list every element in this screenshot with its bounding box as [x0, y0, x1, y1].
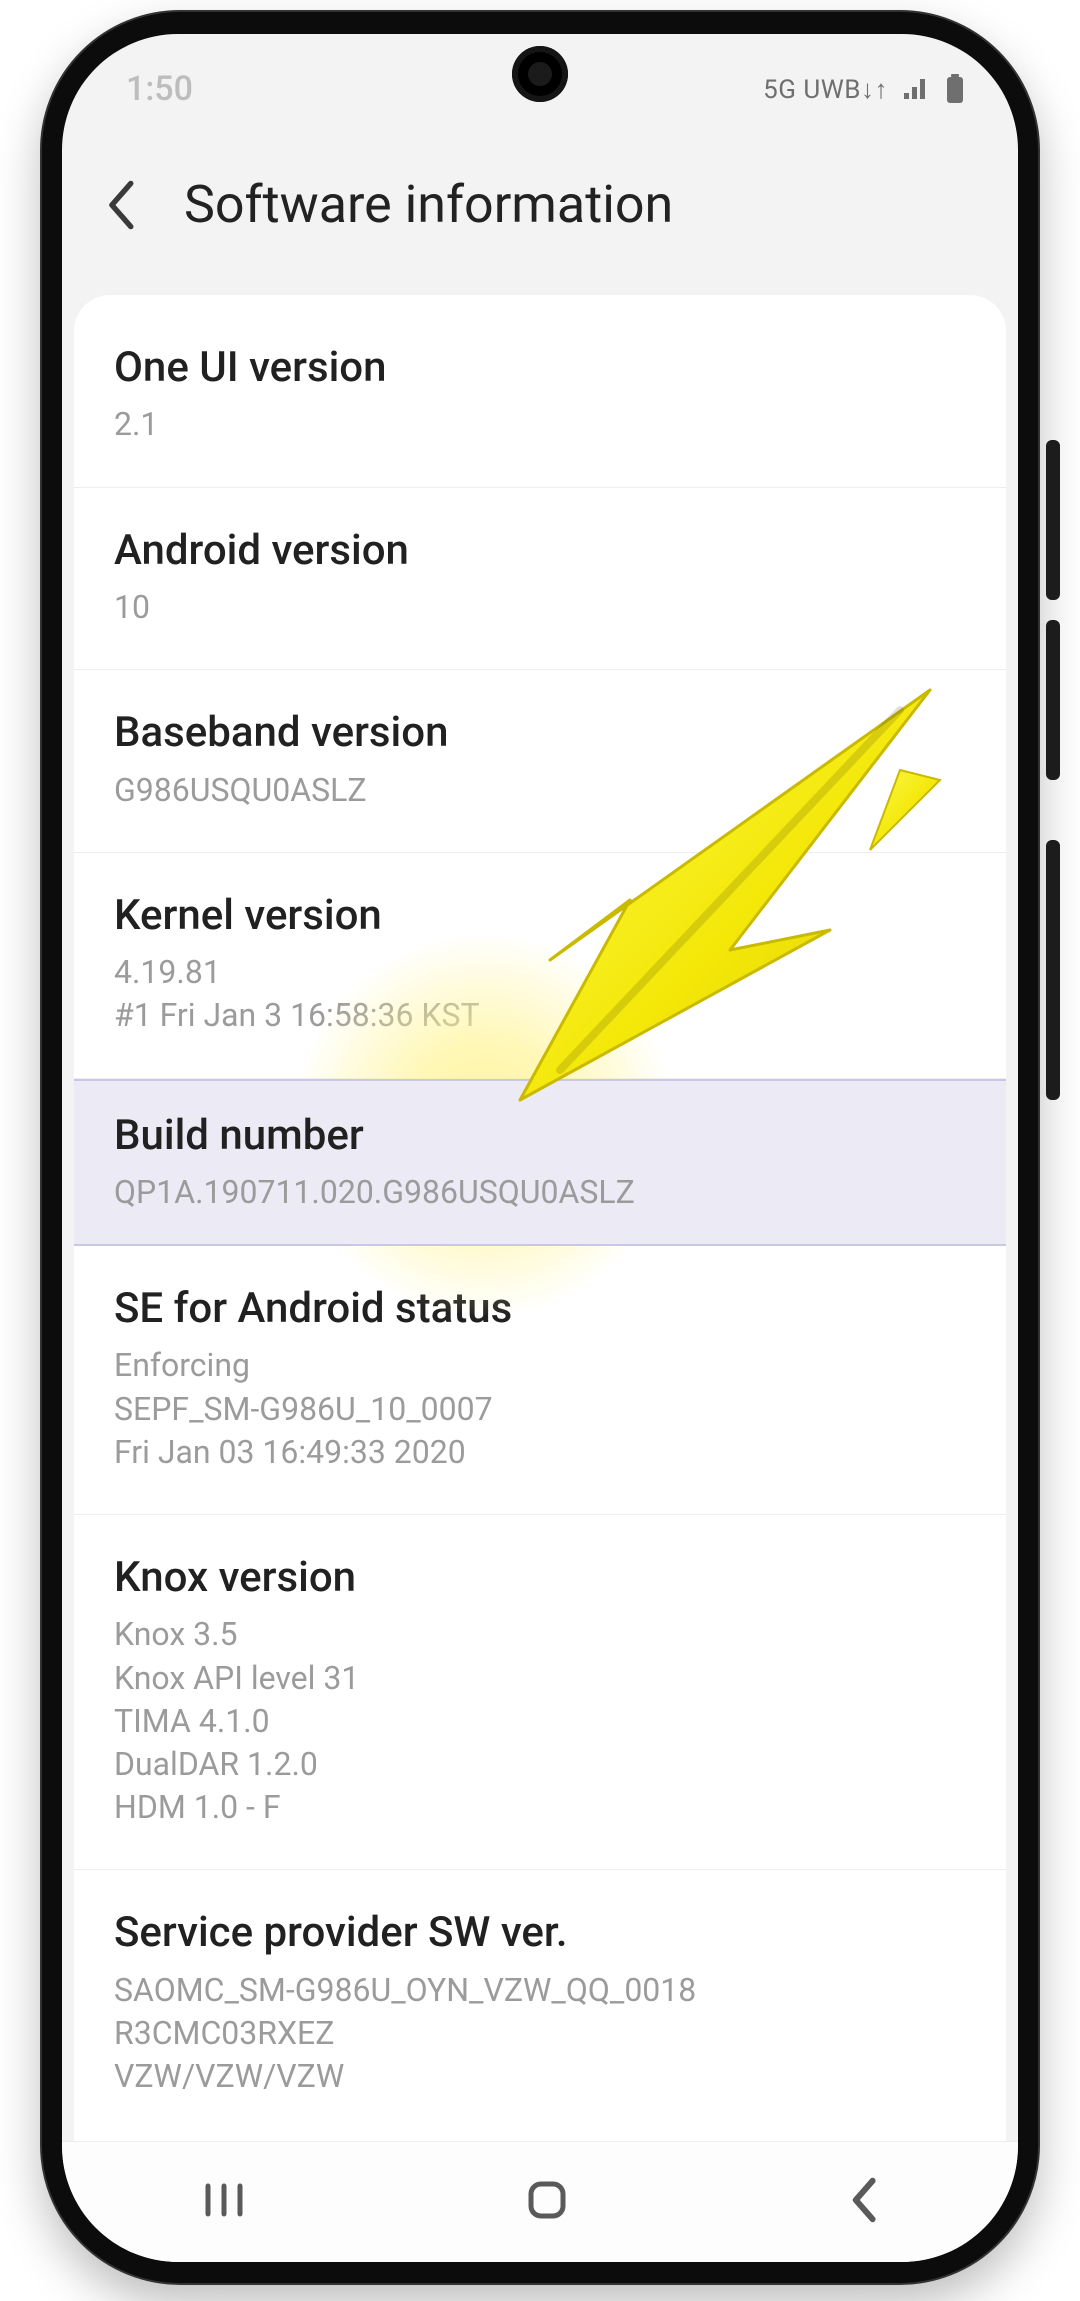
row-title: Knox version	[114, 1553, 966, 1603]
row-value: Knox 3.5 Knox API level 31 TIMA 4.1.0 Du…	[114, 1613, 966, 1829]
home-icon	[523, 2176, 571, 2224]
row-title: SE for Android status	[114, 1284, 966, 1334]
back-button[interactable]	[90, 175, 150, 235]
chevron-left-icon	[103, 178, 137, 232]
row-title: Kernel version	[114, 891, 966, 941]
app-bar: Software information	[62, 144, 1018, 295]
battery-icon	[946, 74, 964, 104]
page-title: Software information	[184, 174, 673, 235]
service-provider-sw-ver-row[interactable]: Service provider SW ver. SAOMC_SM-G986U_…	[74, 1870, 1006, 2138]
row-value: QP1A.190711.020.G986USQU0ASLZ	[114, 1171, 966, 1214]
recents-icon	[200, 2180, 248, 2220]
row-title: Android version	[114, 526, 966, 576]
signal-icon	[902, 77, 932, 101]
row-title: One UI version	[114, 343, 966, 393]
row-value: 2.1	[114, 403, 966, 446]
status-right: 5G UWB↓↑	[763, 74, 974, 105]
row-value: G986USQU0ASLZ	[114, 769, 966, 812]
kernel-version-row[interactable]: Kernel version 4.19.81 #1 Fri Jan 3 16:5…	[74, 853, 1006, 1079]
screen: 1:50 5G UWB↓↑ Software information	[62, 34, 1018, 2262]
row-title: Build number	[114, 1111, 966, 1161]
row-value: Enforcing SEPF_SM-G986U_10_0007 Fri Jan …	[114, 1344, 966, 1474]
knox-version-row[interactable]: Knox version Knox 3.5 Knox API level 31 …	[74, 1515, 1006, 1870]
android-version-row[interactable]: Android version 10	[74, 488, 1006, 671]
settings-card: One UI version 2.1 Android version 10 Ba…	[74, 295, 1006, 2168]
se-for-android-status-row[interactable]: SE for Android status Enforcing SEPF_SM-…	[74, 1246, 1006, 1515]
row-title: Service provider SW ver.	[114, 1908, 966, 1958]
volume-up-button	[1046, 440, 1060, 600]
row-title: Baseband version	[114, 708, 966, 758]
status-time: 1:50	[106, 69, 193, 109]
home-button[interactable]	[523, 2176, 571, 2228]
camera-lens	[528, 62, 552, 86]
power-button	[1046, 840, 1060, 1100]
baseband-version-row[interactable]: Baseband version G986USQU0ASLZ	[74, 670, 1006, 853]
one-ui-version-row[interactable]: One UI version 2.1	[74, 305, 1006, 488]
row-value: 10	[114, 586, 966, 629]
row-value: SAOMC_SM-G986U_OYN_VZW_QQ_0018 R3CMC03RX…	[114, 1969, 966, 2099]
volume-down-button	[1046, 620, 1060, 780]
nav-bar	[62, 2141, 1018, 2262]
row-value: 4.19.81 #1 Fri Jan 3 16:58:36 KST	[114, 951, 966, 1037]
network-type-label: 5G UWB↓↑	[763, 74, 888, 105]
nav-back-button[interactable]	[846, 2176, 880, 2228]
build-number-row[interactable]: Build number QP1A.190711.020.G986USQU0AS…	[74, 1079, 1006, 1247]
recents-button[interactable]	[200, 2180, 248, 2224]
chevron-left-icon	[846, 2176, 880, 2224]
